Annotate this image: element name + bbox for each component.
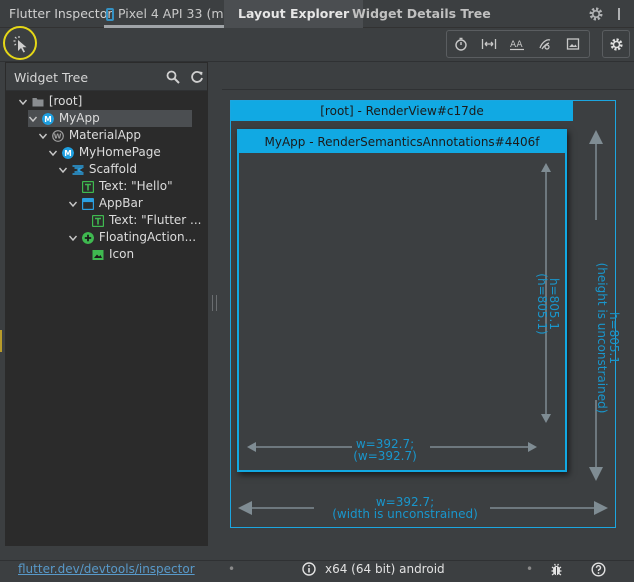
paint-brush-icon <box>539 39 551 50</box>
tree-node-label: Text: "Flutter ... <box>109 213 202 227</box>
flutter-devtools-window: Flutter Inspector Pixel 4 API 33 (mobile… <box>0 0 634 582</box>
tree-node-label: MyApp <box>58 111 100 125</box>
info-icon[interactable] <box>302 562 316 576</box>
inspector-settings-button[interactable] <box>602 30 630 58</box>
svg-text:AA: AA <box>510 40 523 50</box>
tab-flutter-inspector[interactable]: Flutter Inspector <box>9 0 113 28</box>
inner-height-label: h=805.1 (h=805.1) <box>535 229 561 379</box>
material-w-icon: W <box>51 129 64 142</box>
inner-height-constraint: (h=805.1) <box>535 273 549 335</box>
search-icon[interactable] <box>166 70 180 84</box>
refresh-icon[interactable] <box>190 70 204 84</box>
folder-icon <box>32 97 44 106</box>
fab-plus-icon <box>81 231 94 244</box>
details-tab-bar <box>222 62 634 90</box>
device-arch-label: x64 (64 bit) android <box>325 562 445 576</box>
tree-node-label: MaterialApp <box>68 128 142 142</box>
select-mode-highlight-ring <box>3 26 37 60</box>
tree-node-fab[interactable]: FloatingAction... <box>68 229 200 246</box>
tree-node-myhomepage[interactable]: M MyHomePage <box>48 144 198 161</box>
splitter-grip[interactable] <box>212 295 217 311</box>
outer-height-constraint: (height is unconstrained) <box>595 262 609 414</box>
status-separator: • <box>526 562 534 576</box>
tree-node-text-flutter[interactable]: Text: "Flutter ... <box>92 212 202 229</box>
bug-icon[interactable] <box>549 562 564 577</box>
tree-node-label: MyHomePage <box>78 145 161 159</box>
tree-node-label: AppBar <box>98 196 143 210</box>
tree-node-scaffold[interactable]: Scaffold <box>58 161 198 178</box>
tree-node-materialapp[interactable]: W MaterialApp <box>38 127 198 144</box>
chevron-down-icon[interactable] <box>68 199 78 209</box>
image-icon <box>566 38 580 50</box>
tree-node-root[interactable]: [root] <box>18 93 203 110</box>
chevron-down-icon[interactable] <box>18 97 28 107</box>
widget-tree-title: Widget Tree <box>14 70 89 85</box>
phone-icon <box>106 8 114 21</box>
help-icon[interactable] <box>591 562 606 577</box>
device-info: x64 (64 bit) android <box>302 562 445 576</box>
tree-node-label: Scaffold <box>88 162 137 176</box>
chevron-down-icon[interactable] <box>28 114 38 124</box>
inner-width-constraint: (w=392.7) <box>353 449 417 463</box>
performance-overlay-button[interactable] <box>447 31 475 57</box>
text-t-icon <box>82 180 94 193</box>
outer-width-label: w=392.7; (width is unconstrained) <box>310 496 500 520</box>
svg-text:W: W <box>54 132 62 140</box>
tree-node-label: FloatingAction... <box>98 230 197 244</box>
scaffold-icon <box>72 164 84 175</box>
guidelines-icon <box>481 39 497 49</box>
outer-height-value: h=805.1 <box>607 311 621 364</box>
widget-tree-panel: Widget Tree [root] M MyApp W MaterialApp M… <box>5 62 208 546</box>
more-vertical-icon[interactable] <box>612 6 626 22</box>
tree-node-appbar[interactable]: AppBar <box>68 195 198 212</box>
inner-height-value: h=805.1 <box>547 277 561 330</box>
svg-text:M: M <box>64 149 71 158</box>
flutter-m-icon: M <box>41 112 54 125</box>
tab-widget-details-tree[interactable]: Widget Details Tree <box>338 0 505 28</box>
text-t-icon <box>92 214 104 227</box>
debug-paint-button[interactable] <box>475 31 503 57</box>
dimension-arrows <box>238 130 608 515</box>
chevron-down-icon[interactable] <box>38 131 48 141</box>
chevron-down-icon[interactable] <box>58 165 68 175</box>
chevron-down-icon[interactable] <box>68 233 78 243</box>
tree-node-label: [root] <box>48 94 83 108</box>
image-icon <box>92 249 104 260</box>
tree-node-myapp[interactable]: M MyApp <box>28 110 192 127</box>
inspector-tool-group: AA <box>446 30 590 58</box>
stopwatch-icon <box>455 37 467 51</box>
outer-height-label: h=805.1 (height is unconstrained) <box>595 238 621 438</box>
tree-node-label: Icon <box>109 247 135 261</box>
tree-node-icon[interactable]: Icon <box>92 246 172 263</box>
gutter-marker <box>0 330 2 352</box>
tree-node-text-hello[interactable]: Text: "Hello" <box>82 178 200 195</box>
outer-width-constraint: (width is unconstrained) <box>332 507 478 521</box>
repaint-rainbow-button[interactable] <box>531 31 559 57</box>
text-baseline-icon: AA <box>510 40 524 51</box>
flutter-m-icon: M <box>61 146 74 159</box>
tree-node-label: Text: "Hello" <box>99 179 173 193</box>
settings-gear-icon[interactable] <box>588 6 604 22</box>
inner-width-label: w=392.7; (w=392.7) <box>320 438 450 462</box>
baselines-button[interactable]: AA <box>503 31 531 57</box>
invert-oversized-images-button[interactable] <box>559 31 587 57</box>
appbar-icon <box>81 197 94 210</box>
docs-link[interactable]: flutter.dev/devtools/inspector <box>18 562 195 576</box>
chevron-down-icon[interactable] <box>48 148 58 158</box>
svg-text:M: M <box>44 115 51 124</box>
gear-icon <box>609 37 623 51</box>
status-separator: • <box>228 562 236 576</box>
